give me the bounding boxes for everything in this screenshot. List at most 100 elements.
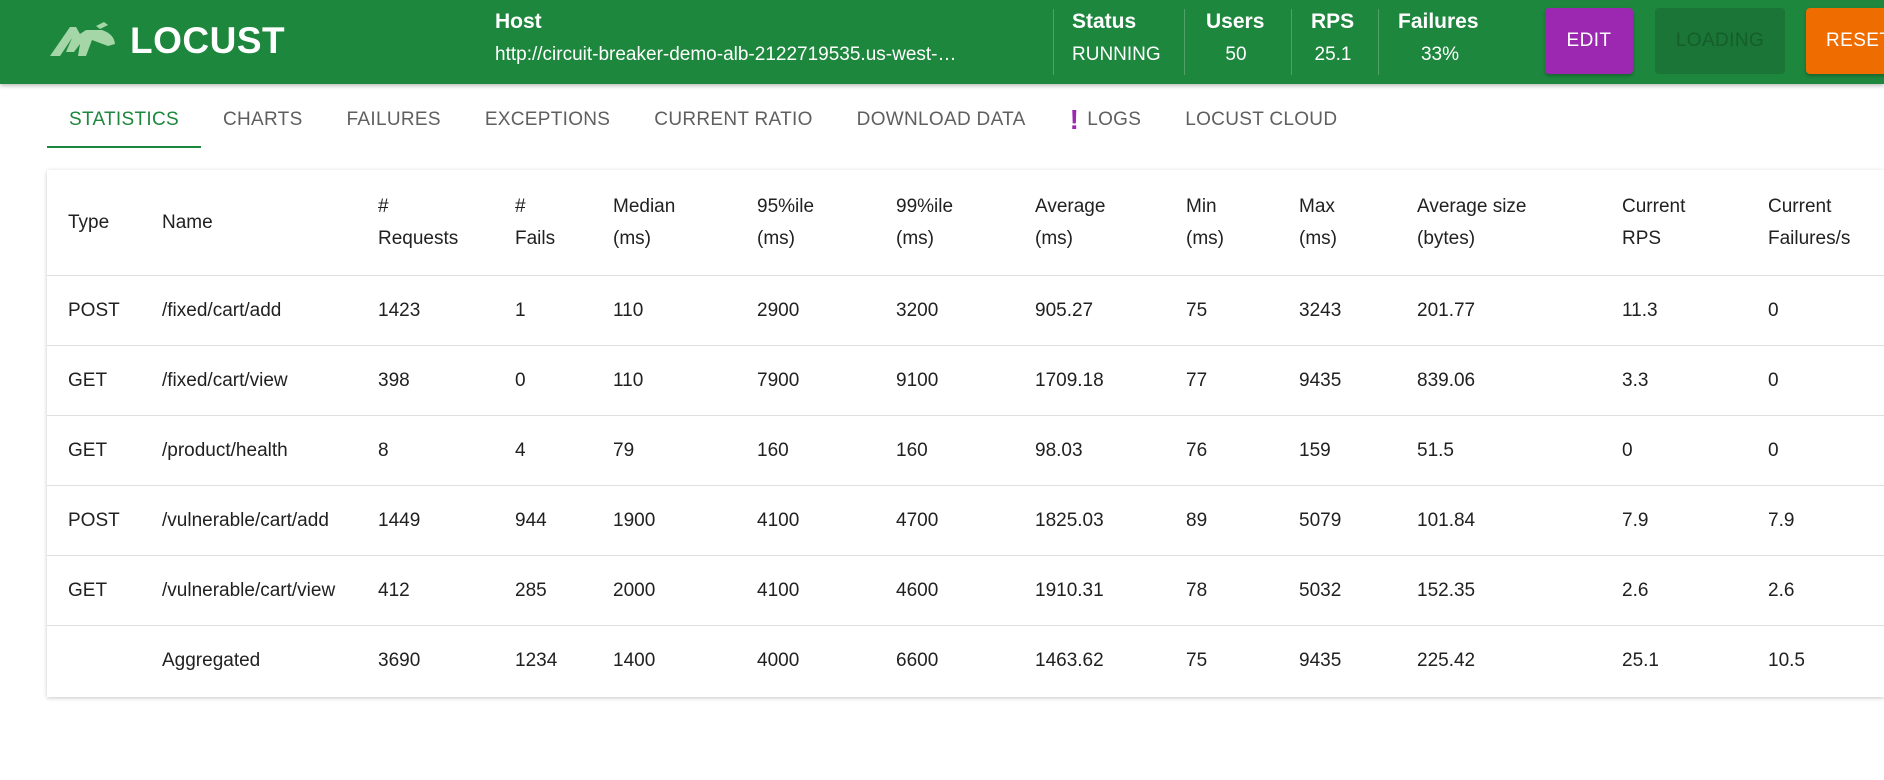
statistics-table-card: Type Name # Requests # Fails Median (ms) 95%ile (… [47, 170, 1884, 697]
table-cell-average: 1463.62 [1035, 649, 1104, 671]
table-cell-name: /vulnerable/cart/view [141, 555, 357, 626]
column-header-text: (ms) [1299, 227, 1337, 249]
table-cell-p95: 4100 [736, 485, 875, 556]
statistics-table: Type Name # Requests # Fails Median (ms) 95%ile (… [47, 170, 1884, 695]
table-cell-p95: 2900 [736, 275, 875, 346]
table-cell-fails: 0 [494, 345, 592, 416]
column-header-current-rps[interactable]: Current RPS [1601, 170, 1747, 276]
column-header-text: RPS [1622, 227, 1662, 249]
table-cell-name: /fixed/cart/add [141, 275, 357, 346]
status-stat: Status RUNNING [1072, 8, 1161, 69]
table-cell-p95: 4000 [757, 649, 800, 671]
table-cell-fails: 1 [494, 275, 592, 346]
column-header-text: 99%ile [896, 195, 954, 217]
table-cell-name: Aggregated [162, 649, 261, 671]
table-row: POST/fixed/cart/add 1423 1 110 2900 3200 905.2… [47, 275, 1884, 346]
tab-charts[interactable]: CHARTS [201, 92, 325, 148]
table-cell-name: /fixed/cart/view [141, 345, 357, 416]
column-header-max[interactable]: Max (ms) [1278, 170, 1396, 276]
column-header-text: Max [1299, 195, 1335, 217]
table-cell-p95: 160 [736, 415, 875, 486]
table-cell-type: GET [47, 415, 141, 486]
column-header-requests[interactable]: # Requests [357, 170, 494, 276]
status-label: Status [1072, 10, 1137, 33]
table-cell-average: 98.03 [1014, 415, 1165, 486]
table-cell-current-rps: 3.3 [1601, 345, 1747, 416]
column-header-average[interactable]: Average (ms) [1014, 170, 1165, 276]
table-cell-requests: 412 [357, 555, 494, 626]
column-header-name[interactable]: Name [141, 170, 357, 276]
column-header-text: Average [1035, 195, 1106, 217]
table-cell-current-rps: 7.9 [1601, 485, 1747, 556]
tab-exceptions[interactable]: EXCEPTIONS [463, 92, 632, 148]
tab-bar: STATISTICS CHARTS FAILURES EXCEPTIONS CU… [47, 92, 1359, 148]
header-divider [1184, 9, 1185, 75]
table-cell-requests: 1423 [357, 275, 494, 346]
failures-stat: Failures 33% [1398, 8, 1482, 69]
table-cell-type: GET [47, 345, 141, 416]
column-header-text: Fails [515, 227, 556, 249]
column-header-current-failures[interactable]: Current Failures/s [1747, 170, 1884, 276]
table-cell-average: 905.27 [1014, 275, 1165, 346]
rps-label: RPS [1311, 10, 1355, 33]
table-cell-median: 79 [592, 415, 736, 486]
tab-locust-cloud[interactable]: LOCUST CLOUD [1163, 92, 1359, 148]
table-row: POST/vulnerable/cart/add 1449 944 1900 4100 4… [47, 485, 1884, 556]
table-cell-median: 1400 [613, 649, 656, 671]
table-cell-p99: 4700 [875, 485, 1014, 556]
table-cell-max: 3243 [1278, 275, 1396, 346]
column-header-min[interactable]: Min (ms) [1165, 170, 1278, 276]
table-cell-fails: 1234 [515, 649, 558, 671]
table-cell-min: 78 [1165, 555, 1278, 626]
column-header-text: # [378, 195, 389, 217]
reset-button[interactable]: RESET [1806, 8, 1884, 74]
column-header-p99[interactable]: 99%ile (ms) [875, 170, 1014, 276]
tab-label: LOCUST CLOUD [1185, 109, 1338, 130]
tab-label: FAILURES [346, 109, 441, 130]
tab-label: LOGS [1087, 109, 1142, 130]
table-cell-max: 5032 [1278, 555, 1396, 626]
tab-label: CHARTS [222, 109, 303, 130]
table-cell-p95: 4100 [736, 555, 875, 626]
table-cell-max: 159 [1278, 415, 1396, 486]
table-cell-fails: 4 [494, 415, 592, 486]
table-cell-p99: 3200 [875, 275, 1014, 346]
table-cell-requests: 1449 [357, 485, 494, 556]
column-header-text: Median [613, 195, 676, 217]
column-header-fails[interactable]: # Fails [494, 170, 592, 276]
column-header-avg-size[interactable]: Average size (bytes) [1396, 170, 1601, 276]
header-divider [1053, 9, 1054, 75]
table-cell-requests: 3690 [378, 649, 421, 671]
tab-download-data[interactable]: DOWNLOAD DATA [835, 92, 1048, 148]
tab-statistics[interactable]: STATISTICS [47, 92, 201, 148]
tab-failures[interactable]: FAILURES [325, 92, 463, 148]
table-cell-p99: 4600 [875, 555, 1014, 626]
column-header-median[interactable]: Median (ms) [592, 170, 736, 276]
edit-button[interactable]: EDIT [1545, 8, 1633, 74]
table-cell-median: 110 [592, 345, 736, 416]
column-header-text: (ms) [896, 227, 934, 249]
table-cell-min: 76 [1165, 415, 1278, 486]
table-cell-max: 9435 [1278, 345, 1396, 416]
table-cell-current-failures: 0 [1747, 345, 1884, 416]
exclamation-icon: ! [1069, 104, 1080, 135]
table-row: GET/vulnerable/cart/view 412 285 2000 4100 46… [47, 555, 1884, 626]
failures-value: 33% [1420, 44, 1460, 65]
tab-current-ratio[interactable]: CURRENT RATIO [632, 92, 834, 148]
column-header-text: # [515, 195, 526, 217]
host-label: Host [495, 10, 542, 33]
table-cell-median: 1900 [592, 485, 736, 556]
table-row: Aggregated 3690 1234 1400 4000 6600 1463.62 75 9… [47, 626, 1884, 696]
app-name: LOCUST [130, 20, 286, 61]
table-cell-average: 1825.03 [1014, 485, 1165, 556]
table-cell-type: GET [47, 555, 141, 626]
locust-logo[interactable]: LOCUST [46, 22, 285, 60]
users-value: 50 [1225, 44, 1247, 65]
column-header-type[interactable]: Type [47, 170, 141, 276]
tab-label: STATISTICS [69, 109, 179, 130]
column-header-p95[interactable]: 95%ile (ms) [736, 170, 875, 276]
table-cell-name: /vulnerable/cart/add [141, 485, 357, 556]
table-cell-max: 9435 [1299, 649, 1342, 671]
status-value: RUNNING [1072, 44, 1161, 65]
tab-logs[interactable]: ! LOGS [1048, 92, 1164, 148]
